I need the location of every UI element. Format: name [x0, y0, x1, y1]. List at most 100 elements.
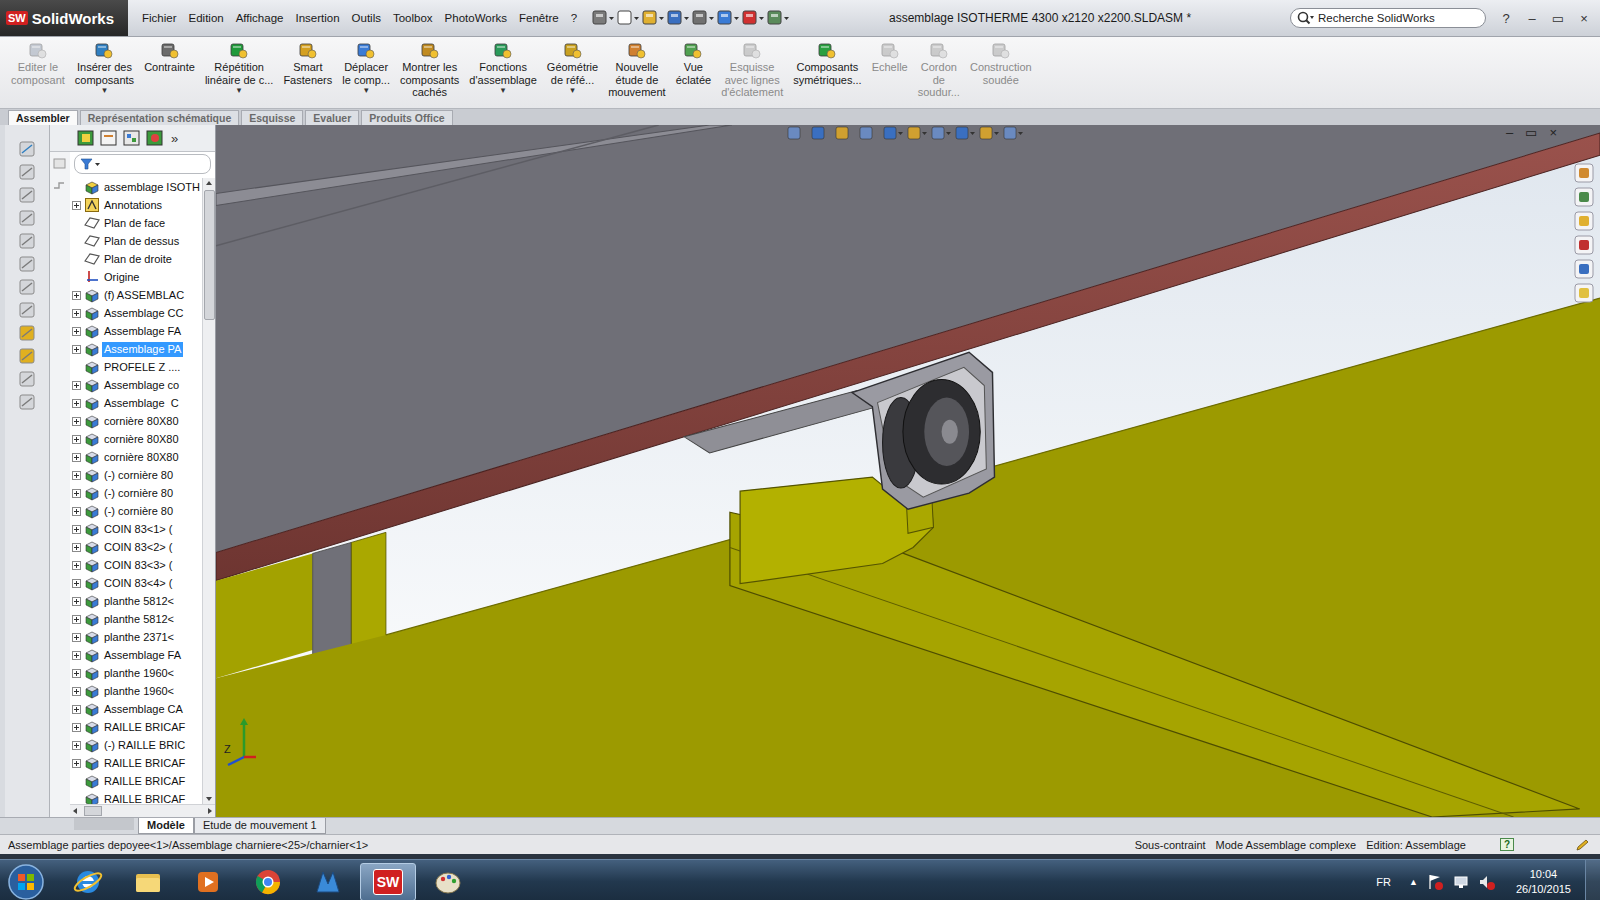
taskbar-app[interactable]: SW: [360, 863, 416, 900]
print-icon[interactable]: [691, 9, 715, 27]
tree-item[interactable]: Assemblage CC: [70, 304, 202, 322]
resources-icon[interactable]: [1574, 163, 1594, 183]
menu-item[interactable]: Insertion: [289, 10, 345, 26]
command-button[interactable]: Géométrie de réfé...▾: [542, 41, 603, 95]
circle-icon[interactable]: [17, 231, 37, 251]
design-library-icon[interactable]: [1574, 187, 1594, 207]
trim-icon[interactable]: [17, 323, 37, 343]
expand-plus-icon[interactable]: [72, 669, 81, 678]
command-tab[interactable]: Evaluer: [305, 110, 359, 125]
tree-item[interactable]: cornière 80X80: [70, 430, 202, 448]
zoom-fit-icon[interactable]: [786, 125, 808, 141]
tree-item[interactable]: PROFELE Z ....: [70, 358, 202, 376]
volume-muted-icon[interactable]: [1478, 873, 1496, 891]
expand-plus-icon[interactable]: [72, 597, 81, 606]
dropdown-arrow[interactable]: ▾: [364, 86, 369, 95]
expand-plus-icon[interactable]: [72, 345, 81, 354]
assembly-model[interactable]: [216, 125, 1600, 817]
tree-item[interactable]: COIN 83<3> (: [70, 556, 202, 574]
clock[interactable]: 10:0426/10/2015: [1516, 867, 1571, 897]
command-tab[interactable]: Assembler: [8, 110, 78, 125]
menu-item[interactable]: Affichage: [230, 10, 290, 26]
window-control-button[interactable]: ×: [1572, 11, 1596, 26]
expand-plus-icon[interactable]: [72, 417, 81, 426]
expand-plus-icon[interactable]: [72, 759, 81, 768]
expand-plus-icon[interactable]: [72, 291, 81, 300]
tree-item[interactable]: cornière 80X80: [70, 412, 202, 430]
filter-field[interactable]: [74, 154, 211, 174]
tree-item[interactable]: planthe 2371<: [70, 628, 202, 646]
expand-plus-icon[interactable]: [72, 309, 81, 318]
search-results-icon[interactable]: [1574, 235, 1594, 255]
command-button[interactable]: Editer le composant: [6, 41, 70, 86]
expand-plus-icon[interactable]: [72, 615, 81, 624]
tree-item[interactable]: RAILLE BRICAF: [70, 754, 202, 772]
undo-icon[interactable]: [716, 9, 740, 27]
menu-item[interactable]: Fichier: [136, 10, 183, 26]
command-button[interactable]: Smart Fasteners: [278, 41, 337, 86]
save-icon[interactable]: [666, 9, 690, 27]
taskbar-app[interactable]: [240, 863, 296, 900]
appearance-icon[interactable]: [954, 125, 976, 141]
taskbar-app[interactable]: [180, 863, 236, 900]
menu-item[interactable]: Toolbox: [387, 10, 439, 26]
window-control-button[interactable]: –: [1520, 11, 1544, 26]
command-button[interactable]: Cordon de soudur...: [913, 41, 965, 99]
tree-item[interactable]: COIN 83<4> (: [70, 574, 202, 592]
show-desktop-button[interactable]: [1585, 860, 1600, 900]
more-tabs-button[interactable]: »: [168, 131, 181, 146]
command-button[interactable]: Insérer des composants▾: [70, 41, 139, 95]
tree-item[interactable]: (-) cornière 80: [70, 466, 202, 484]
scene-icon[interactable]: [978, 125, 1000, 141]
search-field[interactable]: Recherche SolidWorks: [1290, 8, 1486, 28]
rectangle-icon[interactable]: [17, 208, 37, 228]
expand-plus-icon[interactable]: [72, 399, 81, 408]
feature-tree-icon[interactable]: [76, 129, 96, 147]
collapse-icon[interactable]: [52, 156, 68, 172]
tree-item[interactable]: cornière 80X80: [70, 448, 202, 466]
command-button[interactable]: Vue éclatée: [671, 41, 716, 86]
display-style-icon[interactable]: [906, 125, 928, 141]
scroll-right-icon[interactable]: [205, 806, 215, 816]
expand-plus-icon[interactable]: [72, 687, 81, 696]
tree-item[interactable]: planthe 5812<: [70, 610, 202, 628]
horizontal-scrollbar[interactable]: [70, 804, 215, 817]
scroll-thumb[interactable]: [84, 806, 102, 816]
window-control-button[interactable]: ▭: [1546, 11, 1570, 26]
configuration-manager-icon[interactable]: [122, 129, 142, 147]
show-hidden-icons-button[interactable]: ▲: [1409, 877, 1418, 887]
fillet-icon[interactable]: [17, 300, 37, 320]
model-tab[interactable]: Modèle: [138, 818, 194, 834]
display-settings-icon[interactable]: [1002, 125, 1024, 141]
tree-item[interactable]: assemblage ISOTH: [70, 178, 202, 196]
expand-plus-icon[interactable]: [72, 543, 81, 552]
tree-item[interactable]: Assemblage CA: [70, 700, 202, 718]
tree-item[interactable]: Assemblage PA: [70, 340, 202, 358]
expand-plus-icon[interactable]: [72, 651, 81, 660]
command-button[interactable]: Fonctions d'assemblage▾: [464, 41, 542, 95]
expand-plus-icon[interactable]: [72, 633, 81, 642]
zoom-area-icon[interactable]: [810, 125, 832, 141]
graphics-area[interactable]: –▭×Z: [216, 125, 1600, 817]
hide-show-icon[interactable]: [930, 125, 952, 141]
command-tab[interactable]: Produits Office: [361, 110, 452, 125]
tree-item[interactable]: Assemblage FA: [70, 646, 202, 664]
options-icon[interactable]: [766, 9, 790, 27]
smart-dimension-icon[interactable]: [17, 139, 37, 159]
expand-plus-icon[interactable]: [72, 489, 81, 498]
scroll-up-icon[interactable]: [204, 178, 214, 188]
arc-icon[interactable]: [17, 254, 37, 274]
command-button[interactable]: Nouvelle étude de mouvement: [603, 41, 670, 99]
expand-plus-icon[interactable]: [72, 579, 81, 588]
expand-plus-icon[interactable]: [72, 453, 81, 462]
file-explorer-icon[interactable]: [1574, 211, 1594, 231]
tree-item[interactable]: planthe 1960<: [70, 682, 202, 700]
menu-item[interactable]: ?: [565, 10, 583, 26]
taskbar-app[interactable]: [300, 863, 356, 900]
spline-icon[interactable]: [17, 277, 37, 297]
graphics-window-button[interactable]: –: [1503, 125, 1516, 140]
mirror-icon[interactable]: [17, 346, 37, 366]
taskbar-app[interactable]: [60, 863, 116, 900]
command-button[interactable]: Déplacer le comp...▾: [337, 41, 395, 95]
tree-item[interactable]: RAILLE BRICAF: [70, 790, 202, 804]
